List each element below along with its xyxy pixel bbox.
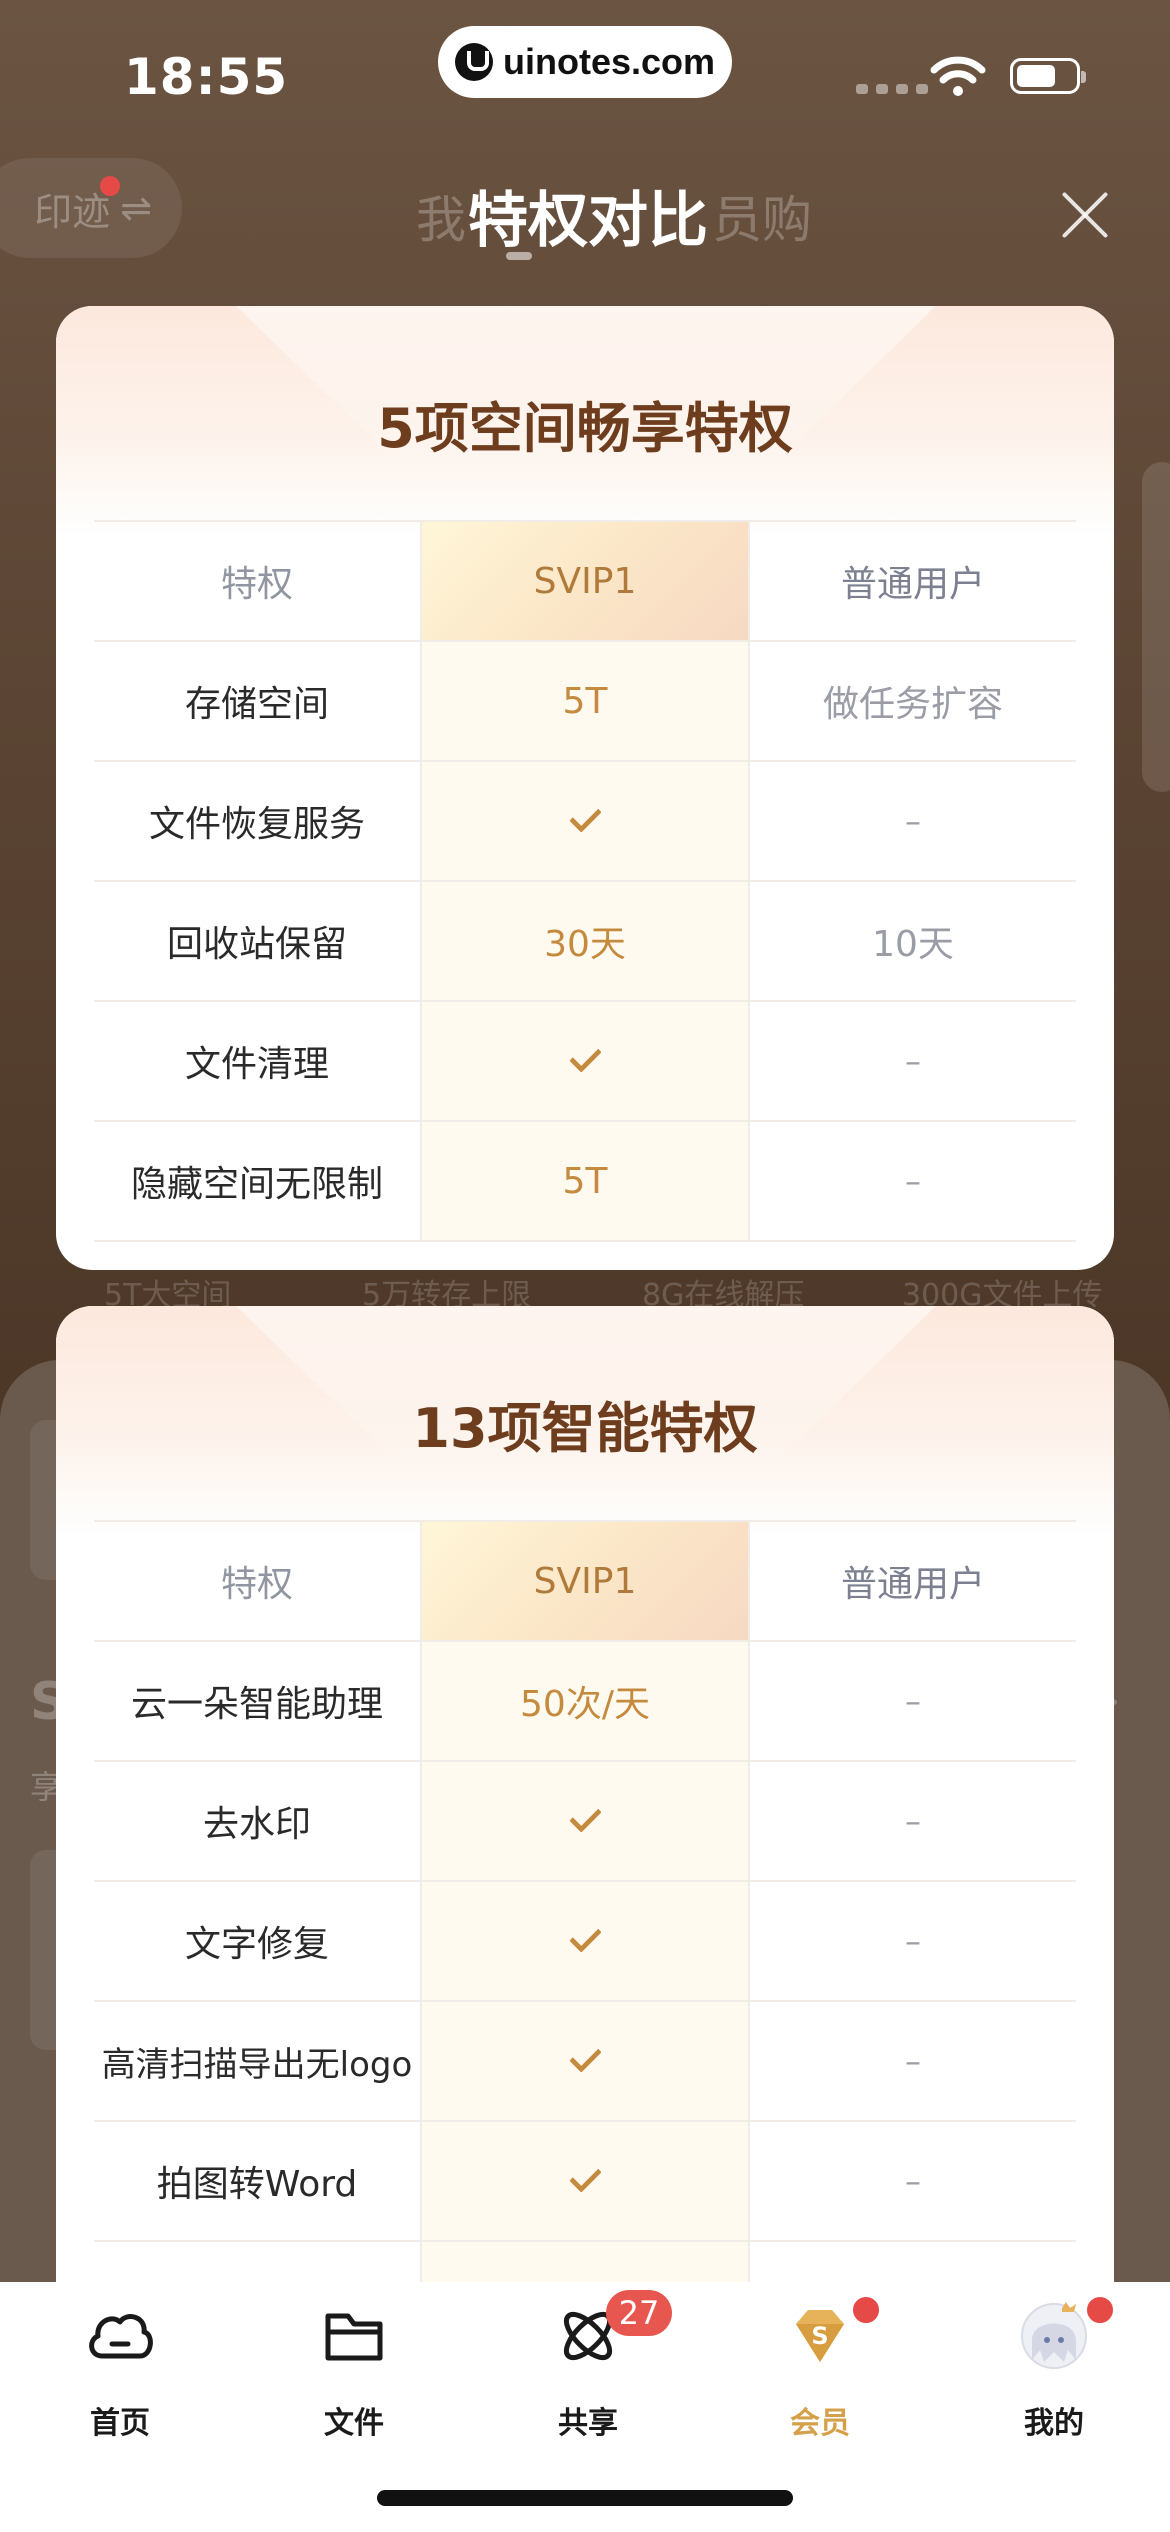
background-feature-strip: 5T大空间 5万转存上限 8G在线解压 300G文件上传 — [0, 1270, 1170, 1313]
table-row: 存储空间 5T 做任务扩容 — [94, 640, 1076, 760]
table-header-row: 特权 SVIP1 普通用户 — [94, 520, 1076, 640]
table-row: 高清扫描导出无logo – — [94, 2000, 1076, 2120]
status-time: 18:55 — [124, 48, 289, 106]
privilege-name: 文字修复 — [94, 1882, 422, 2000]
tab-vip[interactable]: S 会员 — [740, 2300, 900, 2450]
check-icon — [567, 1810, 603, 1832]
normal-value: – — [905, 1042, 921, 1080]
smart-privilege-card: 13项智能特权 特权 SVIP1 普通用户 云一朵智能助理 50次/天 – 去水… — [56, 1306, 1114, 2406]
privilege-name: 拍图转Word — [94, 2122, 422, 2240]
header-cell: 特权 — [94, 1522, 422, 1640]
swap-arrows-icon: ⇌ — [120, 186, 152, 230]
table-row: 回收站保留 30天 10天 — [94, 880, 1076, 1000]
normal-value: 10天 — [872, 924, 954, 965]
privilege-name: 云一朵智能助理 — [94, 1642, 422, 1760]
check-icon — [567, 810, 603, 832]
check-icon — [567, 1930, 603, 1952]
card-title: 13项智能特权 — [412, 1397, 758, 1460]
normal-value: – — [905, 802, 921, 840]
table-row: 拍图转Word – — [94, 2120, 1076, 2240]
svip-value: 50次/天 — [422, 1642, 750, 1760]
cellular-signal-icon — [856, 84, 928, 94]
header-cell: 特权 — [94, 522, 422, 640]
header-cell-normal: 普通用户 — [840, 1564, 985, 1605]
tab-home[interactable]: 首页 — [40, 2300, 200, 2450]
tab-ghost-right[interactable]: 员购 — [712, 180, 812, 252]
space-privilege-card: 5项空间畅享特权 特权 SVIP1 普通用户 存储空间 5T 做任务扩容 文件恢… — [56, 306, 1114, 1270]
folder-icon — [325, 2313, 383, 2361]
privilege-name: 去水印 — [94, 1762, 422, 1880]
vip-badge-letter: S — [811, 2322, 828, 2350]
normal-value: – — [905, 1162, 921, 1200]
tab-label: 会员 — [790, 2406, 850, 2441]
card-title: 5项空间畅享特权 — [377, 397, 793, 460]
normal-value: – — [905, 1922, 921, 1960]
left-pill-button[interactable]: 印迹 ⇌ — [0, 158, 182, 258]
normal-value: – — [905, 1682, 921, 1720]
header-cell-svip: SVIP1 — [422, 522, 750, 640]
table-row: 文件恢复服务 – — [94, 760, 1076, 880]
tab-ghost-left[interactable]: 我 — [416, 180, 466, 252]
url-text: uinotes.com — [502, 41, 716, 82]
privilege-name: 文件清理 — [94, 1002, 422, 1120]
tab-files[interactable]: 文件 — [274, 2300, 434, 2450]
check-icon — [567, 2050, 603, 2072]
tab-label: 我的 — [1024, 2406, 1084, 2441]
tab-label: 共享 — [558, 2406, 618, 2441]
vip-notification-dot — [850, 2294, 882, 2326]
svip-value: 30天 — [422, 882, 750, 1000]
cloud-home-icon — [89, 2314, 153, 2359]
tab-indicator — [506, 252, 532, 260]
page-title: 特权对比 — [468, 186, 708, 256]
site-logo-icon — [454, 43, 493, 81]
comparison-table: 特权 SVIP1 普通用户 云一朵智能助理 50次/天 – 去水印 – 文字修复… — [94, 1520, 1076, 2360]
avatar-icon — [1021, 2302, 1087, 2369]
privilege-name: 隐藏空间无限制 — [94, 1122, 422, 1240]
left-pill-label: 印迹 — [34, 189, 111, 234]
normal-value: 做任务扩容 — [822, 684, 1003, 725]
privilege-name: 文件恢复服务 — [94, 762, 422, 880]
svip-value — [422, 1002, 750, 1120]
header-cell-svip: SVIP1 — [422, 1522, 750, 1640]
check-icon — [567, 1050, 603, 1072]
tab-mine[interactable]: 我的 — [974, 2300, 1134, 2450]
mine-notification-dot — [1084, 2294, 1116, 2326]
svip-value — [422, 2002, 750, 2120]
url-pill[interactable]: uinotes.com — [438, 26, 732, 98]
privilege-name: 高清扫描导出无logo — [94, 2002, 422, 2120]
normal-value: – — [905, 2162, 921, 2200]
normal-value: – — [905, 1802, 921, 1840]
table-row: 去水印 – — [94, 1760, 1076, 1880]
background-peek-panel — [1142, 462, 1170, 792]
svip-value: 5T — [422, 1122, 750, 1240]
svip-value: 5T — [422, 642, 750, 760]
normal-value: – — [905, 2042, 921, 2080]
table-row: 文字修复 – — [94, 1880, 1076, 2000]
table-row: 文件清理 – — [94, 1000, 1076, 1120]
comparison-table: 特权 SVIP1 普通用户 存储空间 5T 做任务扩容 文件恢复服务 – 回收站… — [94, 520, 1076, 1242]
check-icon — [567, 2170, 603, 2192]
svip-value — [422, 1762, 750, 1880]
svip-value — [422, 1882, 750, 2000]
wifi-icon — [930, 56, 986, 96]
svip-value — [422, 2122, 750, 2240]
battery-icon — [1010, 58, 1086, 94]
notification-dot — [100, 176, 120, 196]
tab-label: 首页 — [90, 2406, 150, 2441]
home-indicator — [377, 2490, 793, 2506]
table-row: 云一朵智能助理 50次/天 – — [94, 1640, 1076, 1760]
vip-diamond-icon: S — [796, 2310, 844, 2362]
table-header-row: 特权 SVIP1 普通用户 — [94, 1520, 1076, 1640]
privilege-name: 回收站保留 — [94, 882, 422, 1000]
table-row: 隐藏空间无限制 5T – — [94, 1120, 1076, 1242]
svip-value — [422, 762, 750, 880]
privilege-name: 存储空间 — [94, 642, 422, 760]
header-cell-normal: 普通用户 — [840, 564, 985, 605]
share-count-badge: 27 — [606, 2290, 672, 2336]
close-icon[interactable] — [1060, 190, 1110, 240]
tab-label: 文件 — [324, 2406, 384, 2441]
